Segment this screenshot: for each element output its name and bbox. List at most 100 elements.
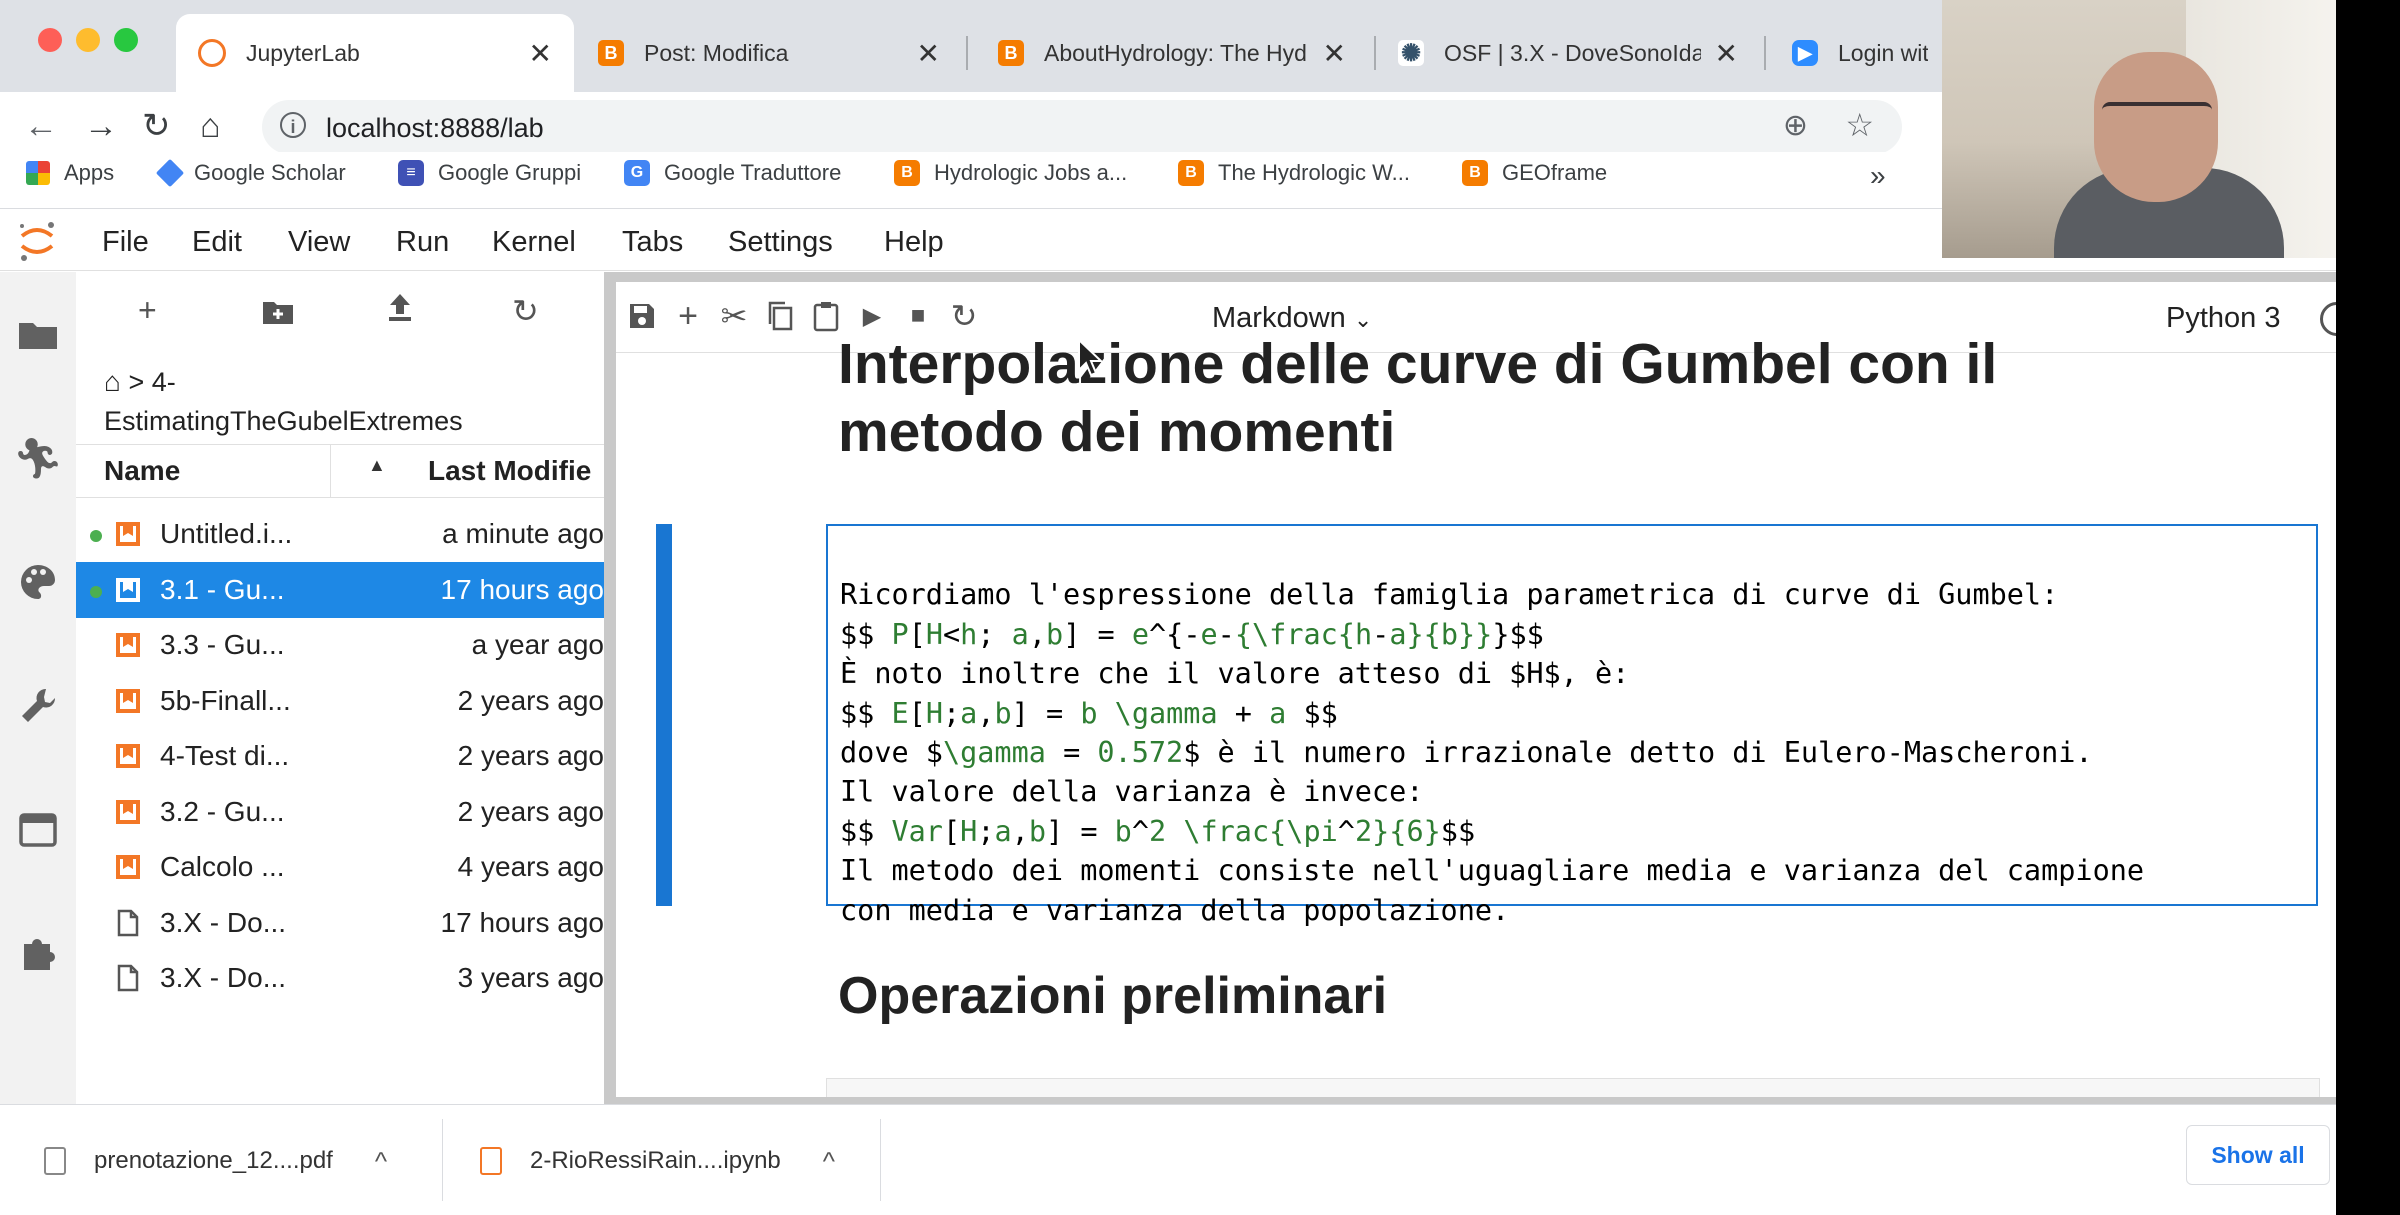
close-tab-icon[interactable]: ✕ bbox=[1323, 37, 1346, 70]
insert-cell-icon[interactable]: + bbox=[670, 297, 706, 335]
file-row[interactable]: Untitled.i... a minute ago bbox=[76, 506, 604, 562]
extension-puzzle-icon[interactable] bbox=[14, 930, 62, 978]
restart-kernel-icon[interactable]: ↻ bbox=[946, 298, 982, 334]
wrench-tools-icon[interactable] bbox=[14, 682, 62, 730]
breadcrumb-folder[interactable]: 4- bbox=[152, 367, 176, 397]
menu-view[interactable]: View bbox=[288, 226, 350, 259]
close-tab-icon[interactable]: ✕ bbox=[917, 37, 940, 70]
zoom-window-button[interactable] bbox=[114, 28, 138, 52]
bookmark-apps[interactable]: Apps bbox=[26, 160, 114, 186]
file-row[interactable]: Calcolo ... 4 years ago bbox=[76, 839, 604, 895]
save-icon[interactable] bbox=[624, 298, 660, 334]
bookmark-hydrologic-w[interactable]: B The Hydrologic W... bbox=[1178, 160, 1410, 186]
tab-jupyterlab[interactable]: JupyterLab ✕ bbox=[176, 14, 574, 92]
cut-icon[interactable]: ✂ bbox=[716, 298, 752, 334]
menu-tabs[interactable]: Tabs bbox=[622, 226, 683, 259]
refresh-button[interactable]: ↻ bbox=[512, 292, 539, 330]
tab-abouthydrology[interactable]: B AboutHydrology: The Hyd ✕ bbox=[976, 14, 1368, 92]
apps-grid-icon bbox=[26, 161, 50, 185]
file-list-header: Name ▲ Last Modifie bbox=[76, 444, 604, 498]
paste-icon[interactable] bbox=[808, 298, 844, 334]
bookmarks-overflow-button[interactable]: » bbox=[1870, 160, 1886, 192]
stop-icon[interactable]: ■ bbox=[900, 298, 936, 334]
minimize-window-button[interactable] bbox=[76, 28, 100, 52]
bookmark-label: Google Scholar bbox=[194, 160, 346, 185]
tab-post-modifica[interactable]: B Post: Modifica ✕ bbox=[576, 14, 962, 92]
address-bar[interactable]: i localhost:8888/lab ⊕ ☆ bbox=[262, 100, 1902, 154]
chevron-up-icon[interactable]: ^ bbox=[823, 1146, 835, 1177]
jupyter-favicon-icon bbox=[198, 39, 226, 67]
download-item-pdf[interactable]: prenotazione_12....pdf ^ bbox=[44, 1133, 387, 1189]
file-row[interactable]: 3.X - Do... 17 hours ago bbox=[76, 895, 604, 951]
source-line: Il valore della varianza è invece: bbox=[840, 775, 1424, 809]
close-tab-icon[interactable]: ✕ bbox=[1715, 37, 1738, 70]
bookmark-google-scholar[interactable]: Google Scholar bbox=[155, 158, 346, 188]
markdown-cell-editor[interactable]: Ricordiamo l'espressione della famiglia … bbox=[826, 524, 2318, 927]
bookmark-star-icon[interactable]: ☆ bbox=[1845, 106, 1874, 144]
file-row[interactable]: 5b-Finall... 2 years ago bbox=[76, 673, 604, 729]
download-item-ipynb[interactable]: 2-RioRessiRain....ipynb ^ bbox=[480, 1133, 835, 1189]
chevron-down-icon: ⌄ bbox=[1353, 307, 1373, 332]
site-info-icon[interactable]: i bbox=[280, 112, 306, 138]
blogger-favicon-icon: B bbox=[1462, 160, 1488, 186]
tabs-window-icon[interactable] bbox=[14, 806, 62, 854]
notebook-panel: + ✂ ▶ ■ ↻ Markdown ⌄ Python 3 Interpolaz… bbox=[616, 282, 2336, 1097]
tab-login[interactable]: ▶ Login with bbox=[1770, 14, 1950, 92]
column-modified-header[interactable]: Last Modifie bbox=[428, 455, 591, 487]
heading-title: Interpolazione delle curve di Gumbel con… bbox=[838, 332, 1998, 464]
home-icon[interactable]: ⌂ bbox=[200, 106, 221, 146]
url-text: localhost:8888/lab bbox=[326, 113, 544, 143]
kernel-status-icon bbox=[2320, 302, 2336, 336]
bookmark-google-traduttore[interactable]: G Google Traduttore bbox=[624, 160, 841, 186]
cell-collapser[interactable] bbox=[656, 524, 672, 906]
zoom-favicon-icon: ▶ bbox=[1792, 40, 1818, 66]
close-window-button[interactable] bbox=[38, 28, 62, 52]
file-row[interactable]: 3.2 - Gu... 2 years ago bbox=[76, 784, 604, 840]
run-icon[interactable]: ▶ bbox=[854, 298, 890, 334]
kernel-name[interactable]: Python 3 bbox=[2166, 302, 2280, 335]
menu-kernel[interactable]: Kernel bbox=[492, 226, 576, 259]
file-browser-folder-icon[interactable] bbox=[14, 310, 62, 358]
palette-icon[interactable] bbox=[14, 558, 62, 606]
file-name: 5b-Finall... bbox=[160, 684, 291, 716]
menu-file[interactable]: File bbox=[102, 226, 149, 259]
column-name-header[interactable]: Name bbox=[104, 455, 180, 487]
back-icon[interactable]: ← bbox=[24, 106, 58, 146]
home-folder-icon[interactable]: ⌂ bbox=[104, 366, 121, 397]
copy-icon[interactable] bbox=[762, 298, 798, 334]
bookmark-geoframe[interactable]: B GEOframe bbox=[1462, 160, 1607, 186]
chevron-up-icon[interactable]: ^ bbox=[375, 1146, 387, 1177]
file-row[interactable]: 3.3 - Gu... a year ago bbox=[76, 617, 604, 673]
menu-settings[interactable]: Settings bbox=[728, 226, 833, 259]
translate-icon: G bbox=[624, 160, 650, 186]
bookmark-google-gruppi[interactable]: ≡ Google Gruppi bbox=[398, 160, 581, 186]
breadcrumb-folder[interactable]: EstimatingTheGubelExtremes bbox=[104, 406, 463, 436]
tab-title: OSF | 3.X - DoveSonoIdati bbox=[1444, 39, 1701, 66]
new-folder-button[interactable] bbox=[262, 296, 294, 333]
file-row[interactable]: 4-Test di... 2 years ago bbox=[76, 728, 604, 784]
new-launcher-button[interactable]: + bbox=[138, 292, 157, 329]
column-separator[interactable] bbox=[330, 445, 331, 497]
tab-osf[interactable]: ✺ OSF | 3.X - DoveSonoIdati ✕ bbox=[1376, 14, 1760, 92]
menu-edit[interactable]: Edit bbox=[192, 226, 242, 259]
menu-help[interactable]: Help bbox=[884, 226, 944, 259]
file-name: 3.1 - Gu... bbox=[160, 573, 285, 605]
close-tab-icon[interactable]: ✕ bbox=[529, 37, 552, 70]
forward-icon[interactable]: → bbox=[84, 106, 118, 146]
download-filename: 2-RioRessiRain....ipynb bbox=[530, 1147, 781, 1174]
next-code-cell[interactable] bbox=[826, 1078, 2320, 1097]
menu-run[interactable]: Run bbox=[396, 226, 449, 259]
bookmark-hydrologic-jobs[interactable]: B Hydrologic Jobs a... bbox=[894, 160, 1127, 186]
file-row[interactable]: 3.1 - Gu... 17 hours ago bbox=[76, 561, 604, 618]
running-sessions-icon[interactable]: 🏃︎ bbox=[13, 434, 64, 482]
file-name: 3.3 - Gu... bbox=[160, 629, 285, 660]
file-row[interactable]: 3.X - Do... 3 years ago bbox=[76, 950, 604, 1006]
sort-ascending-icon[interactable]: ▲ bbox=[368, 455, 386, 476]
upload-button[interactable] bbox=[386, 292, 414, 330]
reload-icon[interactable]: ↻ bbox=[142, 106, 171, 146]
zoom-magnifier-icon[interactable]: ⊕ bbox=[1783, 108, 1808, 143]
show-all-downloads-button[interactable]: Show all bbox=[2186, 1125, 2330, 1185]
file-modified: 17 hours ago bbox=[440, 906, 604, 938]
generic-file-icon bbox=[114, 909, 142, 937]
blogger-favicon-icon: B bbox=[1178, 160, 1204, 186]
